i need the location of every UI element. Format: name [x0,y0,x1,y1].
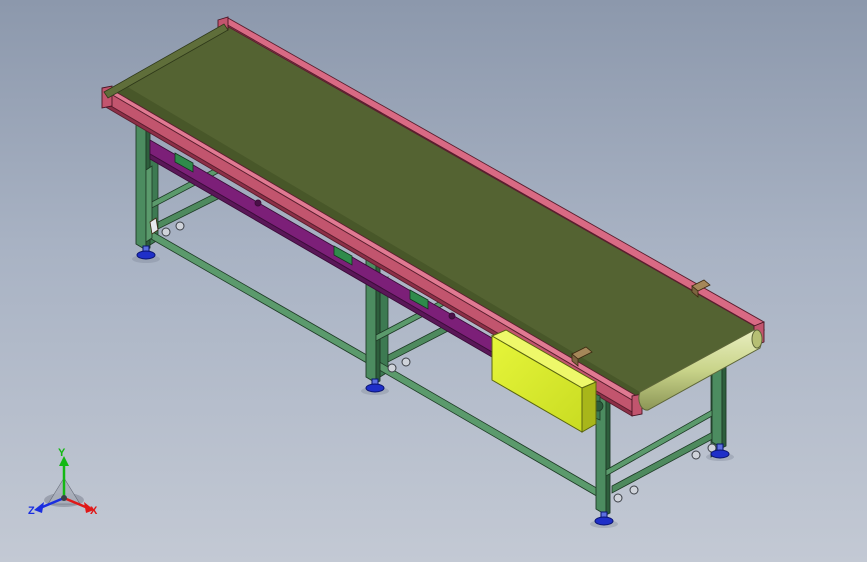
graphics-viewport[interactable]: Y X Z [0,0,867,562]
conveyor-model[interactable] [0,0,867,562]
conveyor-belt [115,23,765,405]
coordinate-triad: Y X Z [24,448,108,524]
z-axis-label: Z [28,505,35,517]
x-axis-label: X [90,505,98,517]
y-axis-label: Y [58,447,66,459]
